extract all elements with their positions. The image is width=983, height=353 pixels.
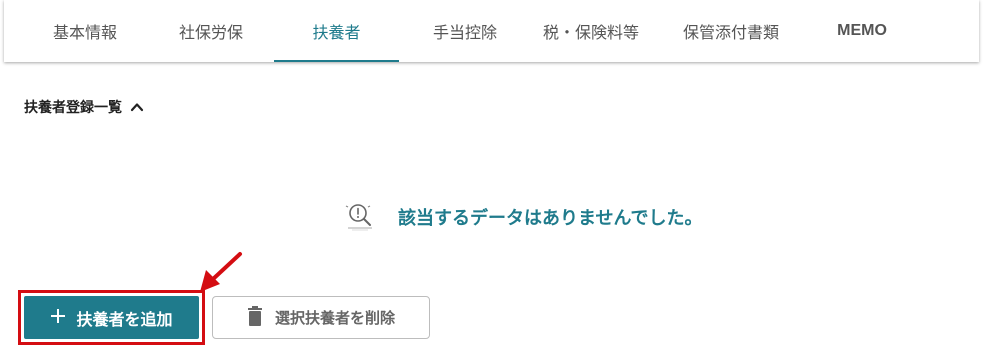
add-dependent-button[interactable]: 扶養者を追加 [24,296,199,339]
tab-basic-info[interactable]: 基本情報 [30,0,140,62]
empty-state-message: 該当するデータはありませんでした。 [398,208,703,229]
tab-tax-insurance[interactable]: 税・保険料等 [526,0,656,62]
add-dependent-label: 扶養者を追加 [76,309,173,329]
tab-attached-documents[interactable]: 保管添付書類 [666,0,796,62]
plus-icon [50,308,66,328]
section-title: 扶養者登録一覧 [24,100,122,116]
delete-selected-dependents-button[interactable]: 選択扶養者を削除 [212,296,430,339]
tab-bar: 基本情報 社保労保 扶養者 手当控除 税・保険料等 保管添付書類 MEMO [4,0,979,62]
search-alert-icon [344,199,376,235]
tab-social-insurance[interactable]: 社保労保 [150,0,272,62]
tab-dependents[interactable]: 扶養者 [274,0,399,62]
delete-selected-label: 選択扶養者を削除 [274,309,395,327]
pointer-arrow-icon [200,252,242,292]
chevron-up-icon[interactable] [130,100,144,114]
trash-icon [247,305,263,330]
empty-state: 該当するデータはありませんでした。 [344,202,703,232]
tab-allowances-deductions[interactable]: 手当控除 [404,0,526,62]
section-header[interactable]: 扶養者登録一覧 [24,97,144,117]
tab-memo[interactable]: MEMO [804,0,920,62]
